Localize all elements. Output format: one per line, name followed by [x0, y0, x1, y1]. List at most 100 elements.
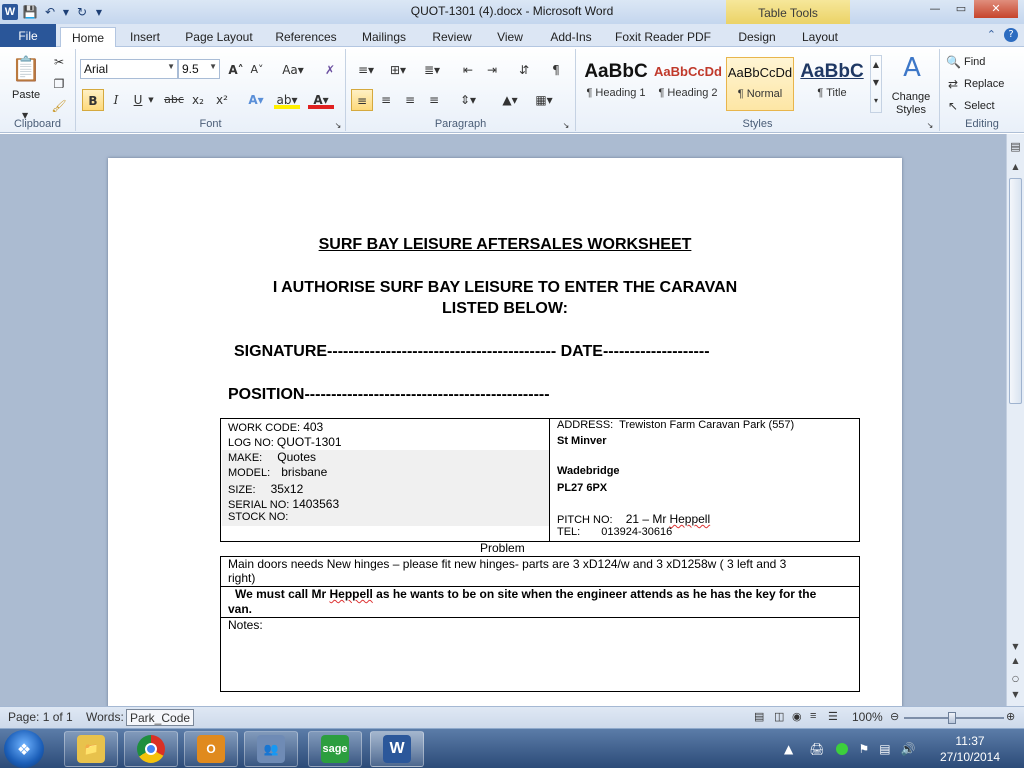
copy-icon[interactable]: ❐ — [50, 75, 68, 93]
word-count-label[interactable]: Words: — [86, 710, 124, 724]
paste-icon[interactable]: 📋 — [10, 53, 42, 85]
justify-button[interactable]: ≡ — [424, 91, 444, 109]
taskbar-outlook[interactable]: O — [184, 731, 238, 767]
maximize-button[interactable]: ▭ — [948, 0, 974, 18]
style-title[interactable]: AaBbC ¶ Title — [798, 57, 866, 111]
style-heading-2[interactable]: AaBbCcDd ¶ Heading 2 — [654, 57, 722, 111]
style-normal[interactable]: AaBbCcDd ¶ Normal — [726, 57, 794, 111]
find-icon[interactable]: 🔍 — [946, 53, 961, 71]
font-name-combo[interactable]: Arial ▼ — [80, 59, 178, 79]
tab-insert[interactable]: Insert — [122, 27, 168, 47]
clock[interactable]: 11:37 27/10/2014 — [926, 733, 1014, 765]
sort-icon[interactable]: ⇵ — [514, 61, 534, 79]
bullets-icon[interactable]: ≡▾ — [352, 61, 380, 79]
network-icon[interactable]: ▤ — [879, 742, 890, 756]
ruler-toggle-icon[interactable]: ▤ — [1007, 140, 1024, 153]
increase-indent-icon[interactable]: ⇥ — [482, 61, 502, 79]
replace-icon[interactable]: ⇄ — [946, 75, 960, 93]
printer-icon[interactable]: 🖨 — [809, 742, 824, 756]
print-layout-icon[interactable]: ▤ — [754, 710, 764, 723]
taskbar-sage[interactable]: sage — [308, 731, 362, 767]
browse-object-icon[interactable]: ○ — [1007, 674, 1024, 683]
borders-icon[interactable]: ▦▾ — [530, 91, 558, 109]
text-effects-icon[interactable]: A▾ — [244, 91, 268, 109]
paste-button[interactable]: Paste — [12, 89, 40, 101]
find-button[interactable]: Find — [964, 56, 985, 68]
help-icon[interactable]: ? — [1004, 28, 1018, 42]
tab-page-layout[interactable]: Page Layout — [180, 27, 258, 47]
shrink-font-icon[interactable]: A˅ — [248, 61, 266, 79]
line-spacing-icon[interactable]: ⇕▾ — [454, 91, 482, 109]
subscript-button[interactable]: x₂ — [188, 91, 208, 109]
outline-icon[interactable]: ≡ — [810, 710, 816, 722]
scroll-thumb[interactable] — [1009, 178, 1022, 404]
cut-icon[interactable]: ✂ — [50, 53, 68, 71]
underline-dropdown-icon[interactable]: ▼ — [146, 91, 156, 109]
status-green-icon[interactable] — [836, 743, 849, 755]
font-color-icon[interactable]: A▾ — [308, 91, 334, 109]
align-center-button[interactable]: ≡ — [376, 91, 396, 109]
tab-review[interactable]: Review — [426, 27, 478, 47]
zoom-level[interactable]: 100% — [852, 710, 883, 724]
close-button[interactable]: ✕ — [974, 0, 1018, 18]
show-hidden-icons-icon[interactable]: ▲ — [784, 742, 793, 756]
volume-icon[interactable]: 🔊 — [901, 742, 916, 756]
tab-view[interactable]: View — [490, 27, 530, 47]
format-painter-icon[interactable]: 🖌 — [50, 97, 68, 115]
styles-scroll-icon[interactable]: ▲ ▼ ▾ — [870, 55, 882, 113]
taskbar-word[interactable]: W — [370, 731, 424, 767]
flag-icon[interactable]: ⚑ — [858, 742, 869, 756]
change-styles-button[interactable]: Change Styles — [888, 91, 934, 117]
tab-design[interactable]: Design — [732, 27, 782, 47]
start-button[interactable]: ❖ — [4, 730, 44, 768]
tab-file[interactable]: File — [0, 24, 56, 47]
align-left-button[interactable]: ≡ — [351, 89, 373, 111]
tab-layout[interactable]: Layout — [796, 27, 844, 47]
superscript-button[interactable]: x² — [212, 91, 232, 109]
replace-button[interactable]: Replace — [964, 78, 1004, 90]
grow-font-icon[interactable]: A˄ — [226, 61, 246, 79]
tab-add-ins[interactable]: Add-Ins — [544, 27, 598, 47]
zoom-slider-thumb[interactable] — [948, 712, 956, 724]
change-styles-icon[interactable]: A — [892, 53, 932, 83]
show-formatting-marks-icon[interactable]: ¶ — [546, 61, 566, 79]
taskbar-file-explorer[interactable]: 📁 — [64, 731, 118, 767]
style-heading-1[interactable]: AaBbC ¶ Heading 1 — [582, 57, 650, 111]
zoom-out-icon[interactable]: ⊖ — [890, 710, 899, 723]
select-button[interactable]: Select — [964, 100, 995, 112]
highlight-color-icon[interactable]: ab▾ — [274, 91, 300, 109]
scroll-down-icon[interactable]: ▼ — [1007, 642, 1024, 651]
document-page[interactable]: SURF BAY LEISURE AFTERSALES WORKSHEET I … — [108, 158, 902, 718]
scroll-up-icon[interactable]: ▲ — [1007, 162, 1024, 171]
tab-foxit-reader-pdf[interactable]: Foxit Reader PDF — [612, 27, 714, 47]
tab-home[interactable]: Home — [60, 27, 116, 47]
shading-icon[interactable]: ▲▾ — [496, 91, 524, 109]
italic-button[interactable]: I — [108, 91, 124, 109]
multilevel-list-icon[interactable]: ≣▾ — [418, 61, 446, 79]
strikethrough-button[interactable]: abc — [164, 91, 184, 109]
page-count[interactable]: Page: 1 of 1 — [8, 710, 73, 724]
previous-page-icon[interactable]: ▲ — [1007, 656, 1024, 665]
taskbar-chrome[interactable] — [124, 731, 178, 767]
font-size-combo[interactable]: 9.5 ▼ — [178, 59, 220, 79]
bold-button[interactable]: B — [82, 89, 104, 111]
change-case-icon[interactable]: Aa▾ — [280, 61, 306, 79]
web-layout-icon[interactable]: ◉ — [792, 710, 802, 723]
vertical-scrollbar[interactable]: ▤ ▲ ▼ ▲ ○ ▼ — [1006, 134, 1024, 706]
tab-mailings[interactable]: Mailings — [354, 27, 414, 47]
minimize-button[interactable]: — — [922, 0, 948, 18]
taskbar-contacts[interactable]: 👥 — [244, 731, 298, 767]
draft-icon[interactable]: ☰ — [828, 710, 838, 723]
notes-box[interactable]: Notes: — [220, 617, 860, 692]
align-right-button[interactable]: ≡ — [400, 91, 420, 109]
clear-formatting-icon[interactable]: ✗ — [320, 61, 340, 79]
full-screen-reading-icon[interactable]: ◫ — [774, 710, 784, 723]
zoom-in-icon[interactable]: ⊕ — [1006, 710, 1015, 723]
tab-references[interactable]: References — [272, 27, 340, 47]
minimize-ribbon-icon[interactable]: ⌃ — [987, 28, 996, 42]
select-icon[interactable]: ↖ — [946, 97, 960, 115]
decrease-indent-icon[interactable]: ⇤ — [458, 61, 478, 79]
underline-button[interactable]: U — [130, 91, 146, 109]
next-page-icon[interactable]: ▼ — [1007, 690, 1024, 699]
numbering-icon[interactable]: ⊞▾ — [384, 61, 412, 79]
